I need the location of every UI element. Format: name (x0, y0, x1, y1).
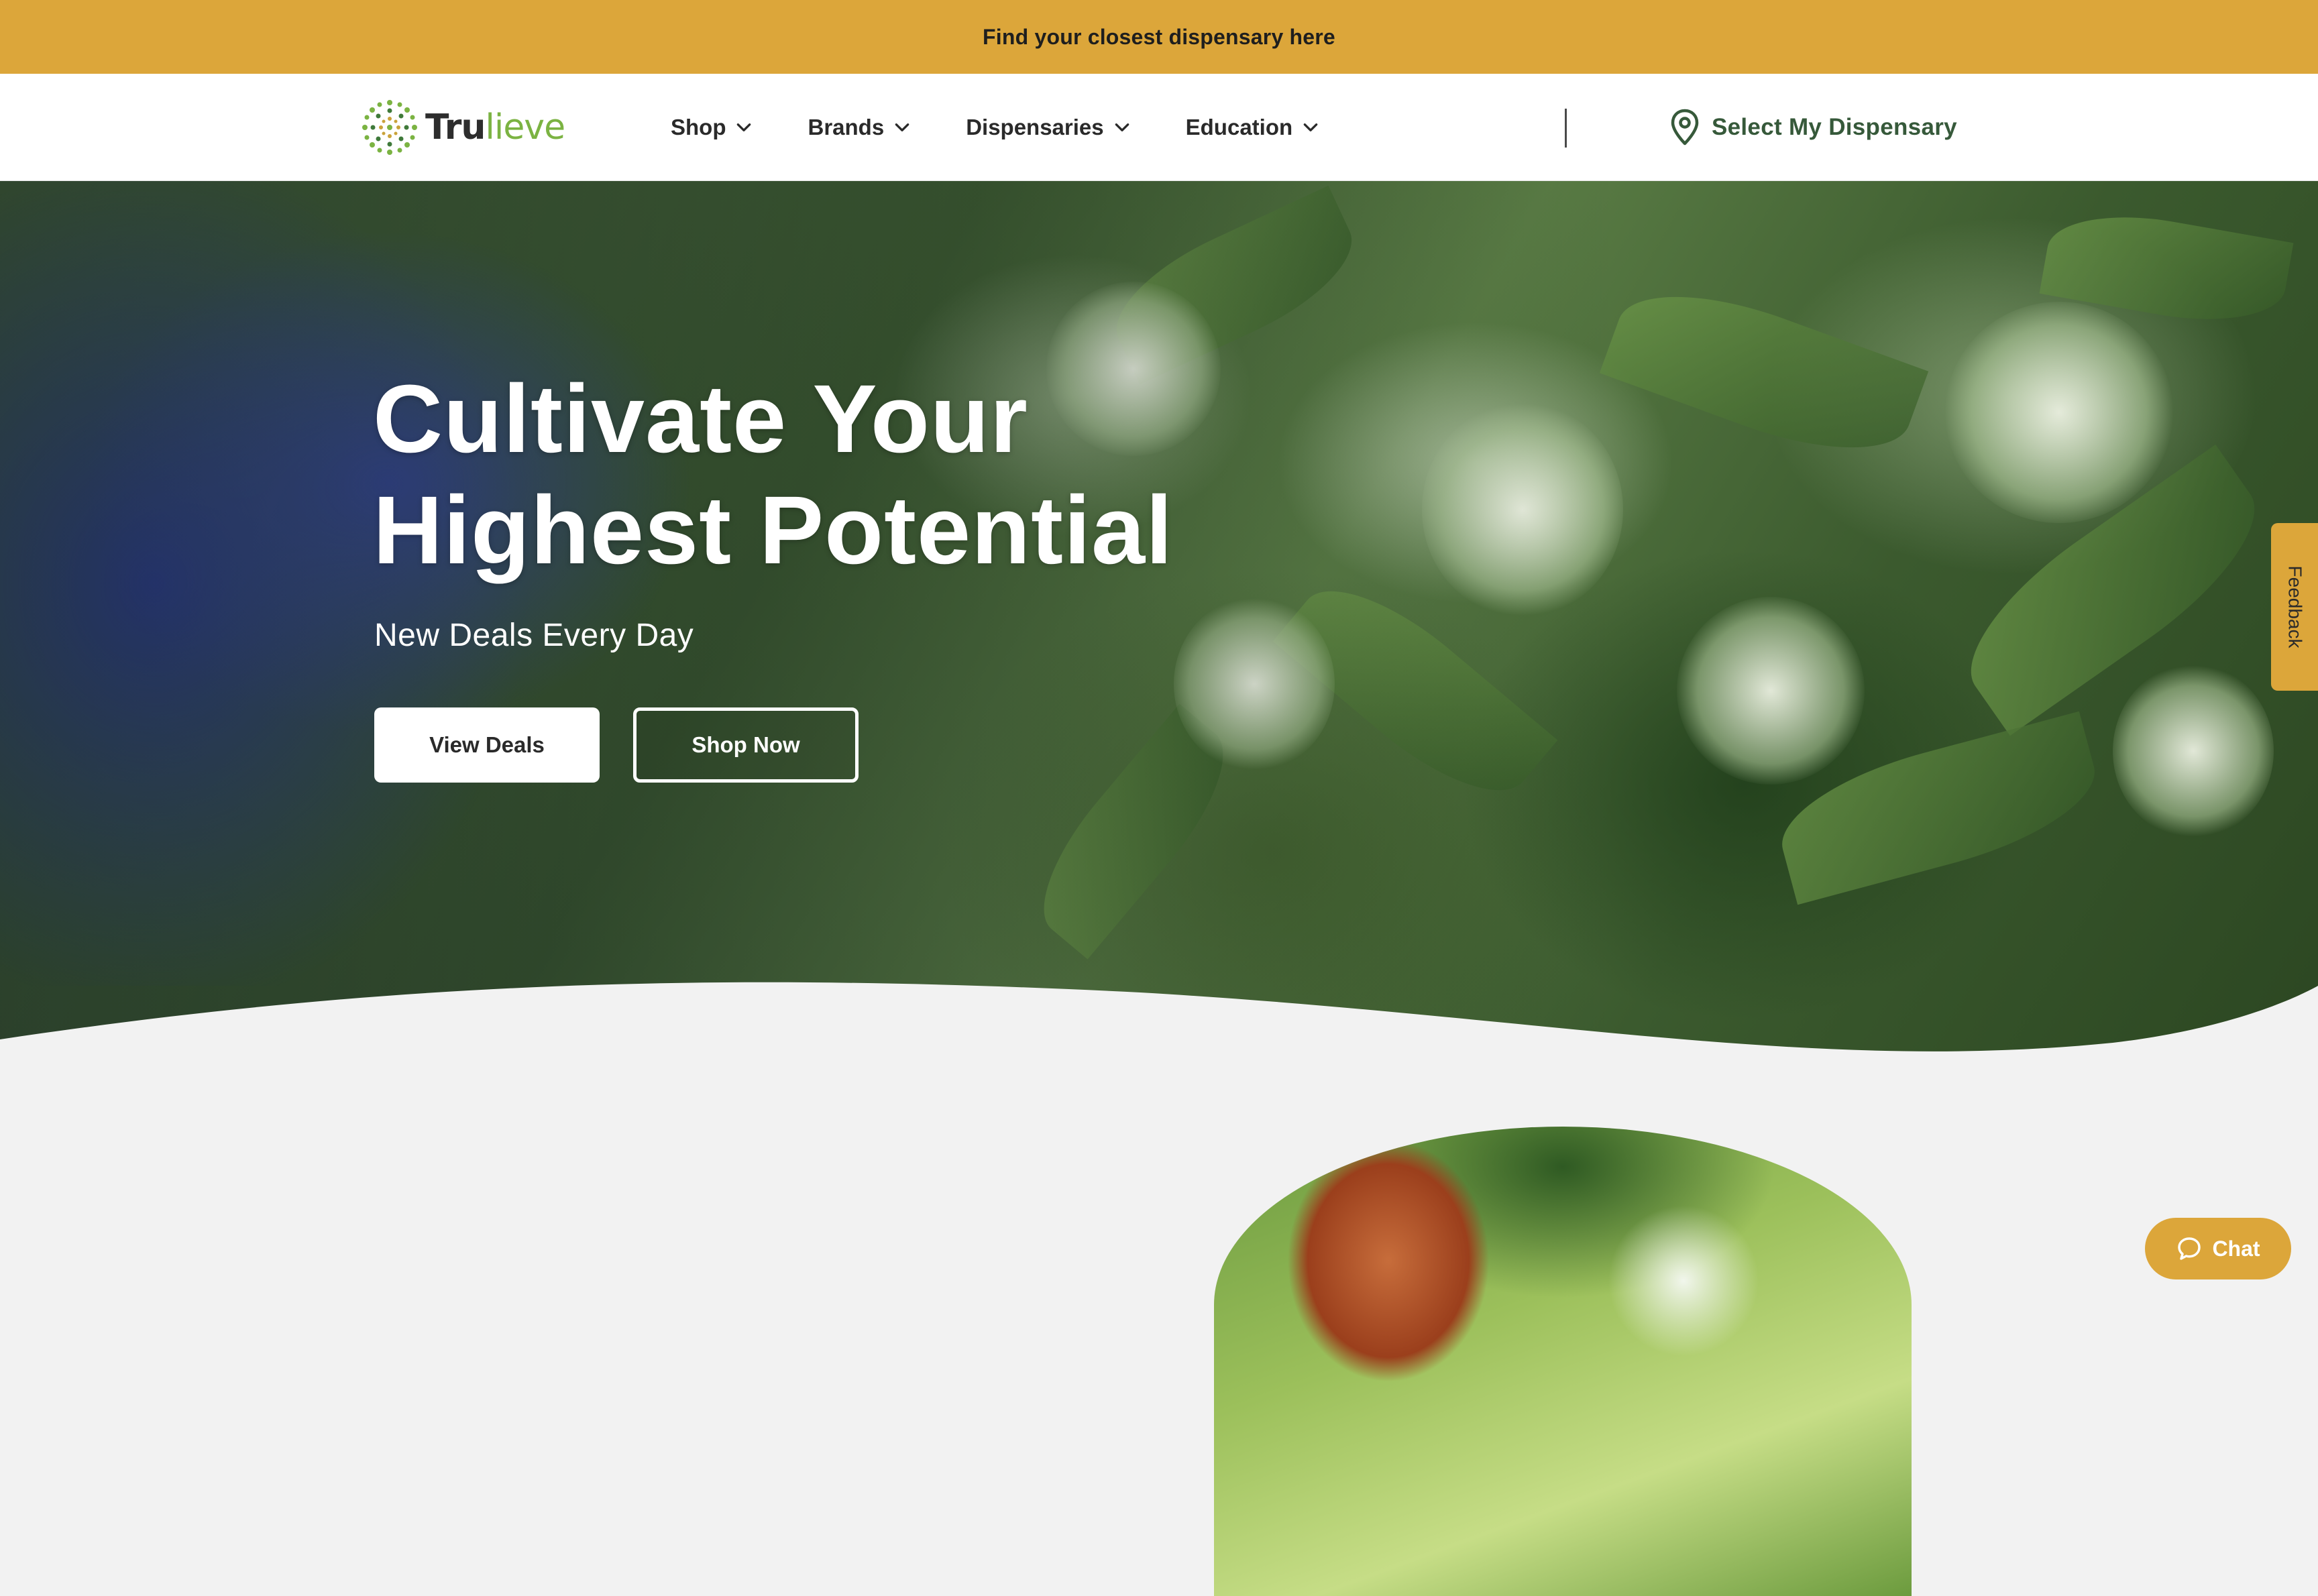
brand-name-part1: Tru (425, 107, 486, 148)
chevron-down-icon (1303, 123, 1318, 131)
chevron-down-icon (1115, 123, 1129, 131)
chevron-down-icon (737, 123, 751, 131)
select-dispensary-button[interactable]: Select My Dispensary (1670, 106, 1957, 149)
nav-item-label: Shop (671, 115, 726, 139)
nav-item-label: Brands (808, 115, 885, 139)
nav-item-dispensaries[interactable]: Dispensaries (966, 115, 1130, 140)
nav-item-brands[interactable]: Brands (808, 115, 911, 140)
hero-wave-divider (0, 982, 2318, 1060)
nav-item-shop[interactable]: Shop (671, 115, 753, 140)
view-deals-button[interactable]: View Deals (374, 707, 600, 783)
nav-divider (1565, 109, 1567, 148)
chevron-down-icon (895, 123, 909, 131)
chat-bubble-icon (2178, 1237, 2201, 1260)
featured-section (0, 1053, 2318, 1596)
hero-title-line2: Highest Potential (373, 476, 1174, 584)
shop-now-button[interactable]: Shop Now (633, 707, 859, 783)
location-pin-icon (1671, 109, 1699, 146)
nav-item-label: Dispensaries (966, 115, 1104, 139)
nav-item-education[interactable]: Education (1186, 115, 1320, 140)
featured-image (1214, 1127, 1912, 1596)
brand-wordmark: Trulieve (425, 107, 565, 148)
select-dispensary-label: Select My Dispensary (1712, 114, 1957, 140)
site-header: Trulieve Shop Brands Dispensaries Educat… (0, 74, 2318, 181)
hero-banner: Cultivate Your Highest Potential New Dea… (0, 181, 2318, 1053)
chat-label: Chat (2212, 1236, 2260, 1261)
sunburst-logo-icon (362, 100, 417, 155)
nav-item-label: Education (1185, 115, 1293, 139)
brand-name-part2: lieve (485, 107, 565, 148)
logo[interactable]: Trulieve (360, 90, 565, 165)
hero-subtitle: New Deals Every Day (374, 618, 694, 653)
feedback-label: Feedback (2284, 565, 2305, 648)
main-nav: Shop Brands Dispensaries Education (671, 74, 1319, 181)
find-dispensary-link[interactable]: Find your closest dispensary here (983, 25, 1335, 50)
top-banner: Find your closest dispensary here (0, 0, 2318, 74)
chat-button[interactable]: Chat (2145, 1218, 2291, 1279)
hero-title: Cultivate Your Highest Potential (373, 363, 1312, 586)
feedback-tab[interactable]: Feedback (2271, 523, 2318, 691)
hero-title-line1: Cultivate Your (373, 365, 1028, 473)
